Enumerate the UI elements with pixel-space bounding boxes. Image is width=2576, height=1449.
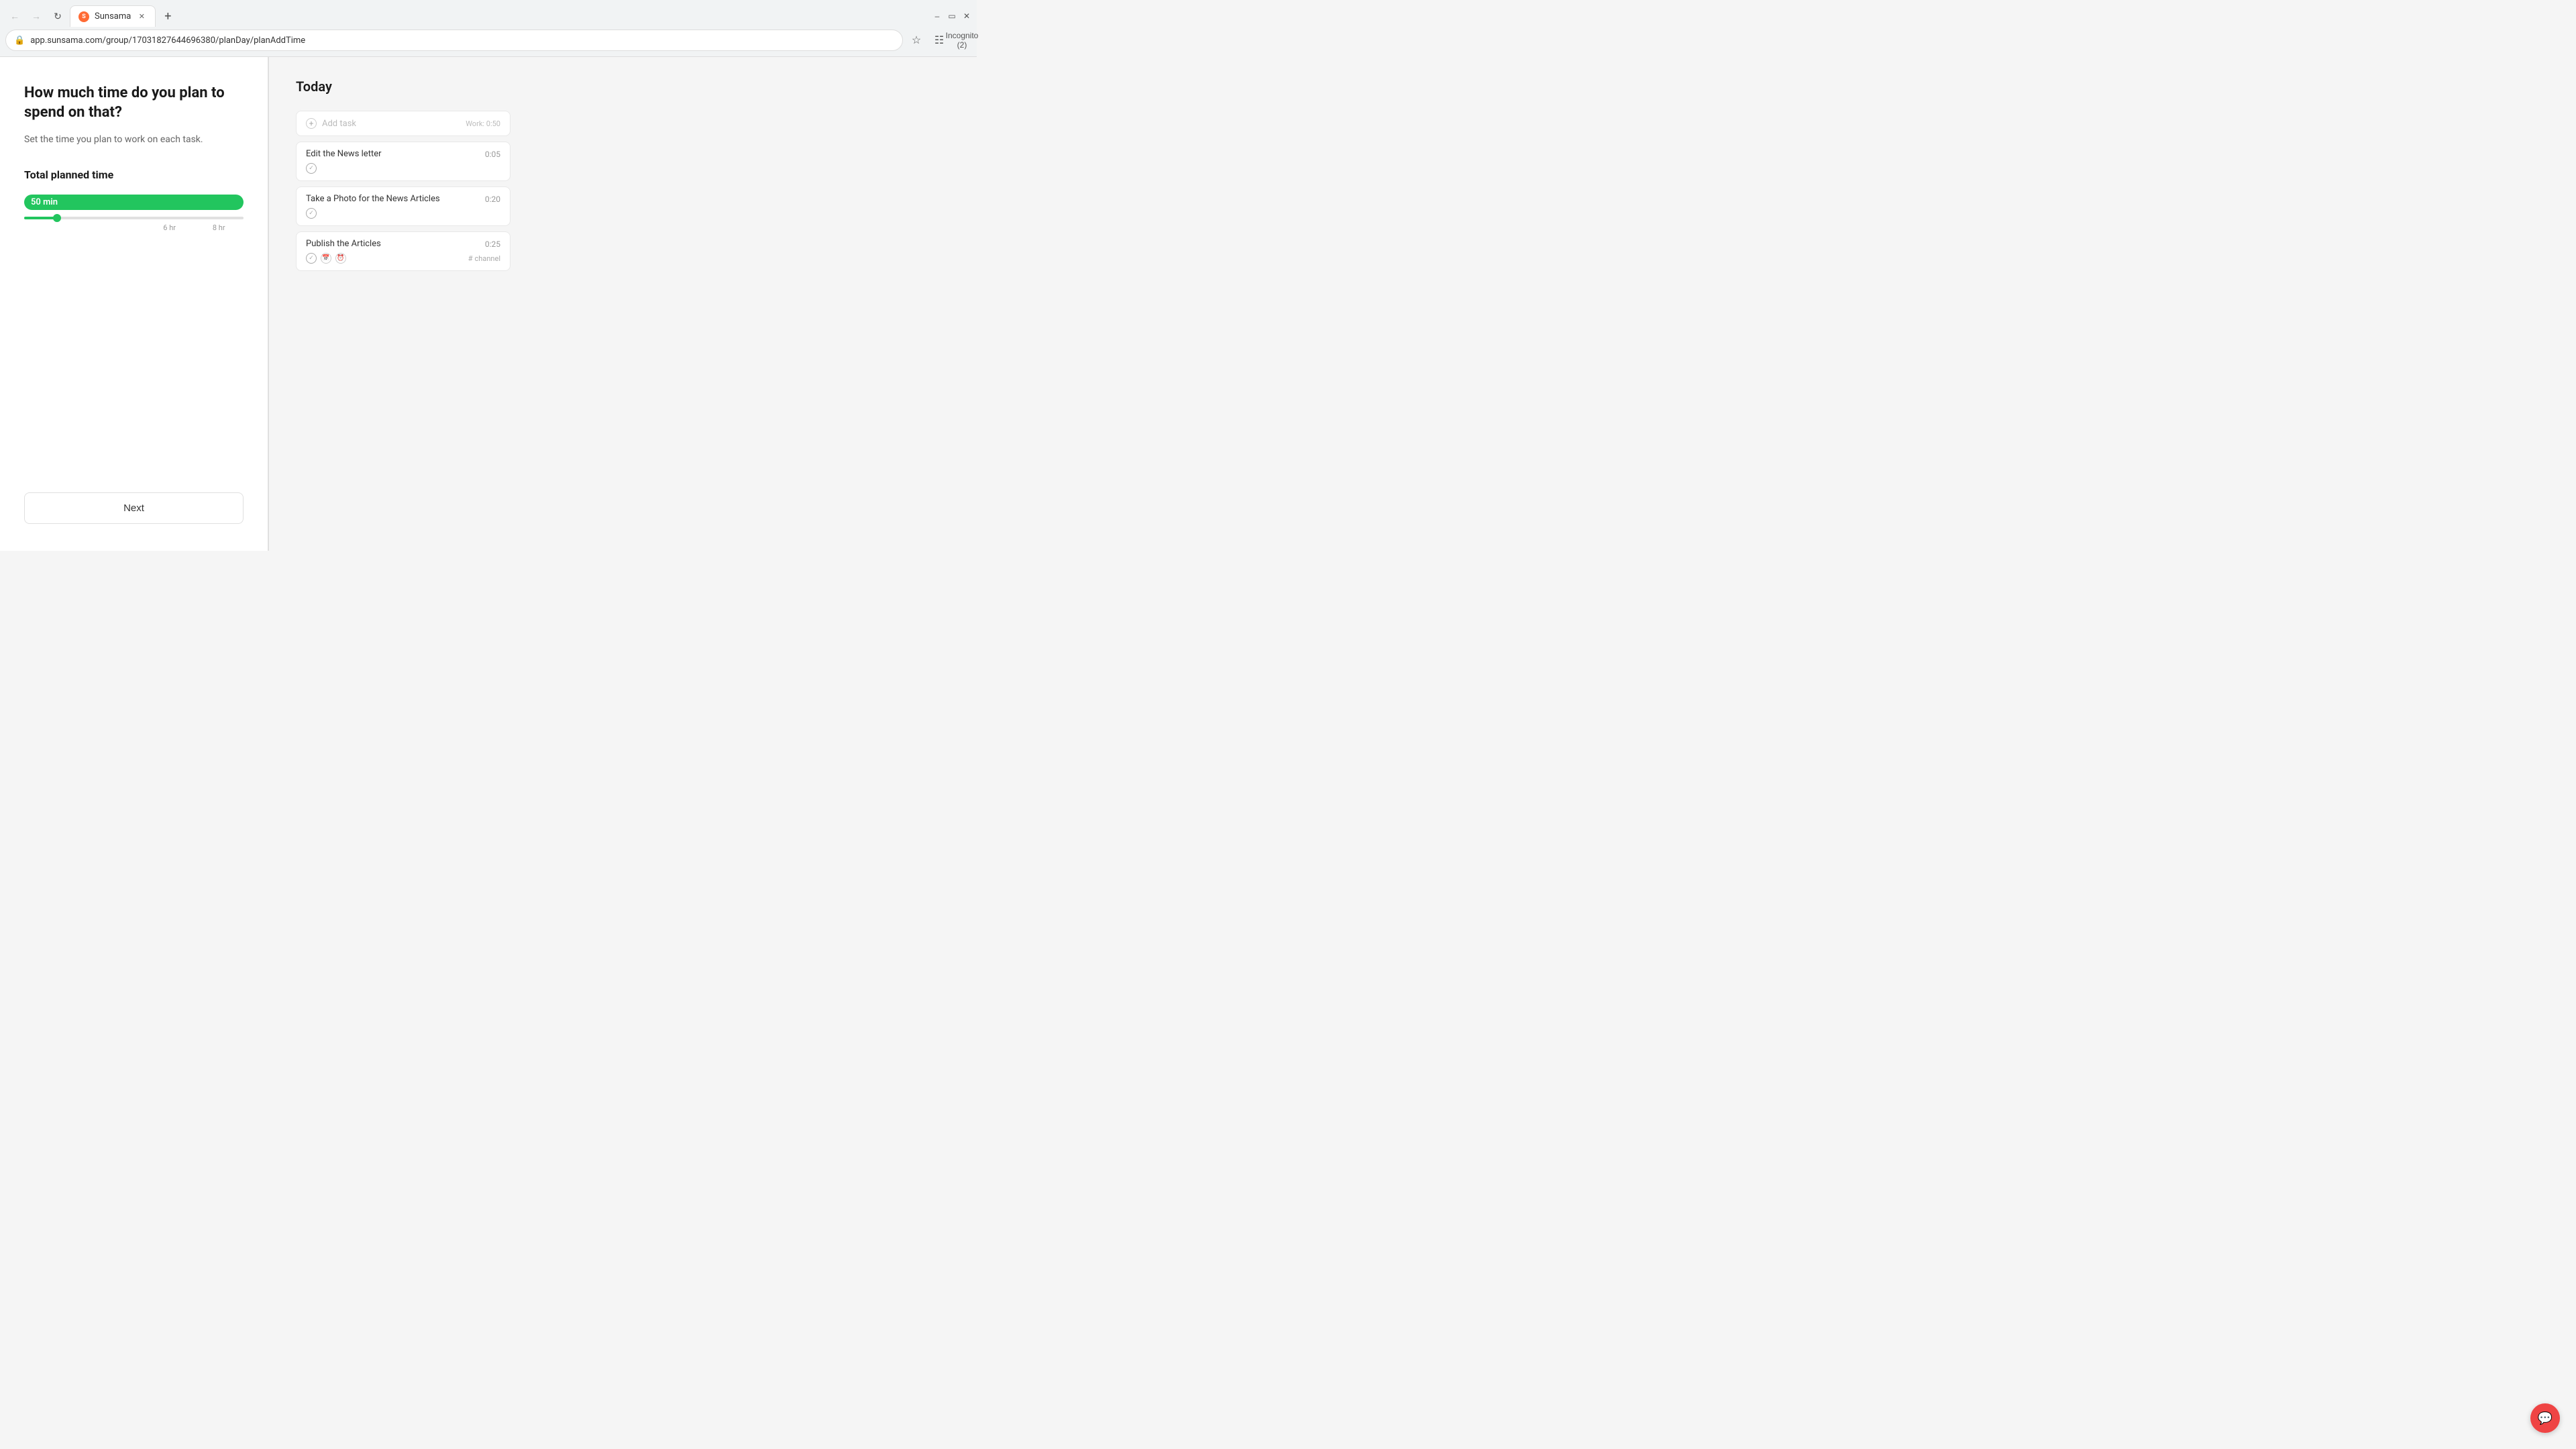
- channel-label: channel: [475, 254, 500, 263]
- new-tab-button[interactable]: +: [158, 7, 177, 25]
- add-task-item[interactable]: + Add task Work: 0:50: [296, 111, 511, 136]
- bookmark-button[interactable]: ☆: [907, 31, 926, 50]
- task-item-publish[interactable]: Publish the Articles 0:25 ✓ 📅 ⏰ # channe…: [296, 231, 511, 271]
- task-row: Publish the Articles 0:25: [306, 239, 500, 249]
- reload-button[interactable]: ↻: [48, 7, 67, 25]
- add-icon: +: [306, 118, 317, 129]
- minimize-button[interactable]: –: [932, 11, 942, 21]
- main-content: How much time do you plan to spend on th…: [0, 57, 977, 551]
- hash-icon: #: [468, 254, 473, 263]
- task-item-take-photo[interactable]: Take a Photo for the News Articles 0:20 …: [296, 186, 511, 226]
- task-name: Take a Photo for the News Articles: [306, 194, 480, 204]
- chat-icon: 💬: [2538, 1411, 2553, 1426]
- tab-label: Sunsama: [95, 11, 131, 21]
- address-bar-row: 🔒 app.sunsama.com/group/1703182764469638…: [0, 27, 977, 56]
- task-icons: ✓: [306, 208, 500, 219]
- task-name: Publish the Articles: [306, 239, 480, 249]
- time-slider[interactable]: 6 hr 8 hr: [24, 217, 244, 232]
- slider-fill: [24, 217, 57, 219]
- today-heading: Today: [296, 78, 950, 95]
- task-row: Edit the News letter 0:05: [306, 149, 500, 159]
- forward-button[interactable]: →: [27, 7, 46, 25]
- question-subheading: Set the time you plan to work on each ta…: [24, 133, 244, 147]
- restore-button[interactable]: ▭: [947, 11, 957, 21]
- browser-tab[interactable]: S Sunsama ✕: [70, 5, 156, 27]
- task-list: + Add task Work: 0:50 Edit the News lett…: [296, 111, 511, 271]
- task-time: 0:05: [485, 150, 500, 159]
- check-icon[interactable]: ✓: [306, 253, 317, 264]
- task-icons: ✓ 📅 ⏰ # channel: [306, 253, 500, 264]
- task-time: 0:25: [485, 239, 500, 249]
- slider-thumb[interactable]: [53, 214, 61, 222]
- window-controls: – ▭ ✕: [932, 11, 971, 21]
- task-icons: ✓: [306, 163, 500, 174]
- calendar-icon[interactable]: 📅: [321, 253, 331, 264]
- time-badge: 50 min: [24, 195, 244, 210]
- right-panel: Today + Add task Work: 0:50 Edit the New…: [269, 57, 977, 551]
- task-time: 0:20: [485, 195, 500, 204]
- incognito-button[interactable]: Incognito (2): [953, 31, 971, 50]
- task-row: Take a Photo for the News Articles 0:20: [306, 194, 500, 204]
- address-bar[interactable]: 🔒 app.sunsama.com/group/1703182764469638…: [5, 30, 903, 51]
- work-badge: Work: 0:50: [466, 119, 500, 128]
- question-heading: How much time do you plan to spend on th…: [24, 84, 244, 122]
- slider-label-8hr: 8 hr: [213, 223, 225, 232]
- channel-tag: # channel: [468, 254, 500, 263]
- task-item-edit-news[interactable]: Edit the News letter 0:05 ✓: [296, 142, 511, 181]
- check-icon[interactable]: ✓: [306, 208, 317, 219]
- slider-labels: 6 hr 8 hr: [24, 223, 244, 232]
- add-task-label: Add task: [322, 119, 356, 129]
- incognito-label: Incognito (2): [946, 31, 979, 50]
- back-button[interactable]: ←: [5, 7, 24, 25]
- total-time-label: Total planned time: [24, 168, 244, 181]
- next-button[interactable]: Next: [24, 492, 244, 524]
- slider-track: [24, 217, 244, 219]
- browser-chrome: ← → ↻ S Sunsama ✕ + – ▭ ✕ 🔒 app.sunsama.…: [0, 0, 977, 57]
- close-button[interactable]: ✕: [962, 11, 971, 21]
- left-panel: How much time do you plan to spend on th…: [0, 57, 268, 551]
- url-display: app.sunsama.com/group/17031827644696380/…: [30, 36, 894, 46]
- clock-icon[interactable]: ⏰: [335, 253, 346, 264]
- tab-bar: ← → ↻ S Sunsama ✕ + – ▭ ✕: [0, 0, 977, 27]
- tab-favicon: S: [78, 11, 89, 22]
- add-task-row: + Add task Work: 0:50: [306, 118, 500, 129]
- chat-button[interactable]: 💬: [2530, 1403, 2560, 1433]
- check-icon[interactable]: ✓: [306, 163, 317, 174]
- tab-close-button[interactable]: ✕: [136, 11, 147, 22]
- slider-label-6hr: 6 hr: [163, 223, 176, 232]
- task-name: Edit the News letter: [306, 149, 480, 159]
